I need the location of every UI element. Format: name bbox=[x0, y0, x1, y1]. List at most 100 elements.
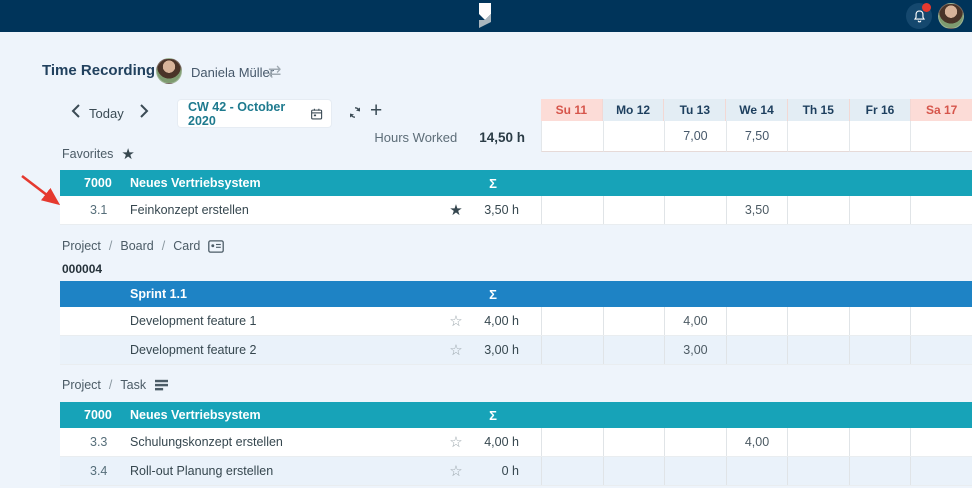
time-cell[interactable] bbox=[849, 428, 911, 456]
next-week-button[interactable] bbox=[138, 104, 152, 120]
add-entry-button[interactable]: + bbox=[370, 99, 382, 123]
board-code: 000004 bbox=[62, 262, 102, 276]
time-cell[interactable] bbox=[603, 307, 665, 335]
favorite-toggle-icon[interactable]: ★ bbox=[445, 196, 467, 225]
day-header-th: Th 15 bbox=[787, 99, 849, 121]
time-cell[interactable] bbox=[664, 196, 726, 224]
time-cell[interactable] bbox=[787, 196, 849, 224]
breadcrumb-board: Project / Board / Card bbox=[62, 239, 224, 253]
time-cell[interactable] bbox=[787, 307, 849, 335]
day-header-we: We 14 bbox=[725, 99, 787, 121]
time-cell[interactable] bbox=[541, 336, 603, 364]
time-cell[interactable] bbox=[726, 336, 788, 364]
task-code: 3.1 bbox=[60, 203, 130, 217]
refresh-button[interactable] bbox=[347, 104, 363, 126]
time-recording-app: Time Recording Daniela Müller ⇄ Today CW… bbox=[0, 0, 972, 488]
week-selector-value: CW 42 - October 2020 bbox=[188, 100, 310, 128]
day-total: 7,50 bbox=[726, 121, 788, 152]
time-cell[interactable] bbox=[787, 457, 849, 485]
time-cell[interactable] bbox=[541, 307, 603, 335]
day-total bbox=[849, 121, 911, 152]
time-cell[interactable] bbox=[603, 428, 665, 456]
hours-worked-value: 14,50 h bbox=[479, 130, 525, 145]
favorite-toggle-icon[interactable]: ☆ bbox=[445, 457, 467, 486]
today-button[interactable]: Today bbox=[89, 106, 124, 121]
time-cell[interactable] bbox=[726, 307, 788, 335]
time-cell[interactable] bbox=[787, 428, 849, 456]
task-title: Schulungskonzept erstellen bbox=[130, 435, 445, 449]
project-title: Neues Vertriebsystem bbox=[130, 176, 467, 190]
table-row: 3.1 Feinkonzept erstellen ★ 3,50 h 3,50 bbox=[60, 196, 972, 225]
task-code: 3.3 bbox=[60, 435, 130, 449]
table-row: Development feature 2 ☆ 3,00 h 3,00 bbox=[60, 336, 972, 365]
time-cell[interactable] bbox=[787, 336, 849, 364]
time-cell[interactable] bbox=[541, 428, 603, 456]
favorites-star-icon: ★ bbox=[121, 145, 134, 163]
time-cell[interactable]: 3,50 bbox=[726, 196, 788, 224]
breadcrumb-item: Board bbox=[120, 239, 153, 253]
week-selector[interactable]: CW 42 - October 2020 bbox=[178, 100, 331, 127]
hours-worked-label: Hours Worked bbox=[374, 130, 457, 145]
task-code: 3.4 bbox=[60, 464, 130, 478]
time-cell[interactable] bbox=[849, 196, 911, 224]
project-header-row: 7000 Neues Vertriebsystem Σ bbox=[60, 402, 972, 428]
user-name: Daniela Müller bbox=[191, 65, 274, 80]
time-cell[interactable] bbox=[910, 457, 972, 485]
day-total: 7,00 bbox=[664, 121, 726, 152]
hours-worked-summary: Hours Worked 14,50 h bbox=[300, 130, 525, 145]
switch-user-icon[interactable]: ⇄ bbox=[268, 62, 281, 82]
task-title: Development feature 2 bbox=[130, 343, 445, 357]
time-cell[interactable] bbox=[910, 196, 972, 224]
sum-symbol: Σ bbox=[467, 408, 519, 423]
time-cell[interactable] bbox=[664, 428, 726, 456]
time-cell[interactable]: 4,00 bbox=[664, 307, 726, 335]
row-total-hours: 0 h bbox=[467, 464, 519, 478]
time-cell[interactable] bbox=[849, 457, 911, 485]
row-total-hours: 4,00 h bbox=[467, 314, 519, 328]
sprint-title: Sprint 1.1 bbox=[130, 287, 467, 301]
time-cell[interactable] bbox=[910, 307, 972, 335]
time-cell[interactable] bbox=[603, 336, 665, 364]
time-cell[interactable]: 4,00 bbox=[726, 428, 788, 456]
calendar-icon bbox=[310, 107, 323, 121]
previous-week-button[interactable] bbox=[70, 104, 84, 120]
favorites-label: Favorites ★ bbox=[62, 145, 135, 163]
sum-symbol: Σ bbox=[467, 176, 519, 191]
day-header-sa: Sa 17 bbox=[910, 99, 972, 121]
breadcrumb-item: Project bbox=[62, 378, 101, 392]
time-cell[interactable] bbox=[849, 336, 911, 364]
task-table: 7000 Neues Vertriebsystem Σ 3.3 Schulung… bbox=[60, 402, 972, 486]
time-cell[interactable] bbox=[910, 428, 972, 456]
board-table: Sprint 1.1 Σ Development feature 1 ☆ 4,0… bbox=[60, 281, 972, 365]
day-header-mo: Mo 12 bbox=[602, 99, 664, 121]
time-cell[interactable] bbox=[910, 336, 972, 364]
task-title: Feinkonzept erstellen bbox=[130, 203, 445, 217]
time-cell[interactable] bbox=[603, 196, 665, 224]
favorite-toggle-icon[interactable]: ☆ bbox=[445, 307, 467, 336]
favorite-toggle-icon[interactable]: ☆ bbox=[445, 336, 467, 365]
card-icon bbox=[208, 240, 224, 253]
project-header-row: 7000 Neues Vertriebsystem Σ bbox=[60, 170, 972, 196]
user-avatar[interactable] bbox=[156, 58, 182, 84]
time-cell[interactable] bbox=[726, 457, 788, 485]
favorites-table: 7000 Neues Vertriebsystem Σ 3.1 Feinkonz… bbox=[60, 170, 972, 225]
time-cell[interactable] bbox=[664, 457, 726, 485]
day-total bbox=[541, 121, 603, 152]
time-cell[interactable] bbox=[849, 307, 911, 335]
time-cell[interactable]: 3,00 bbox=[664, 336, 726, 364]
time-cell[interactable] bbox=[541, 457, 603, 485]
project-code: 7000 bbox=[60, 176, 130, 190]
sprint-header-row: Sprint 1.1 Σ bbox=[60, 281, 972, 307]
time-cell[interactable] bbox=[603, 457, 665, 485]
day-total bbox=[787, 121, 849, 152]
table-row: 3.4 Roll-out Planung erstellen ☆ 0 h bbox=[60, 457, 972, 486]
breadcrumb-item: Task bbox=[120, 378, 146, 392]
task-list-icon bbox=[154, 379, 169, 392]
week-day-headers: Su 11 Mo 12 Tu 13 We 14 Th 15 Fr 16 Sa 1… bbox=[541, 99, 972, 121]
day-header-fr: Fr 16 bbox=[849, 99, 911, 121]
user-avatar-topbar[interactable] bbox=[938, 3, 964, 29]
table-row: 3.3 Schulungskonzept erstellen ☆ 4,00 h … bbox=[60, 428, 972, 457]
time-cell[interactable] bbox=[541, 196, 603, 224]
favorite-toggle-icon[interactable]: ☆ bbox=[445, 428, 467, 457]
cursor-icon bbox=[472, 2, 496, 36]
